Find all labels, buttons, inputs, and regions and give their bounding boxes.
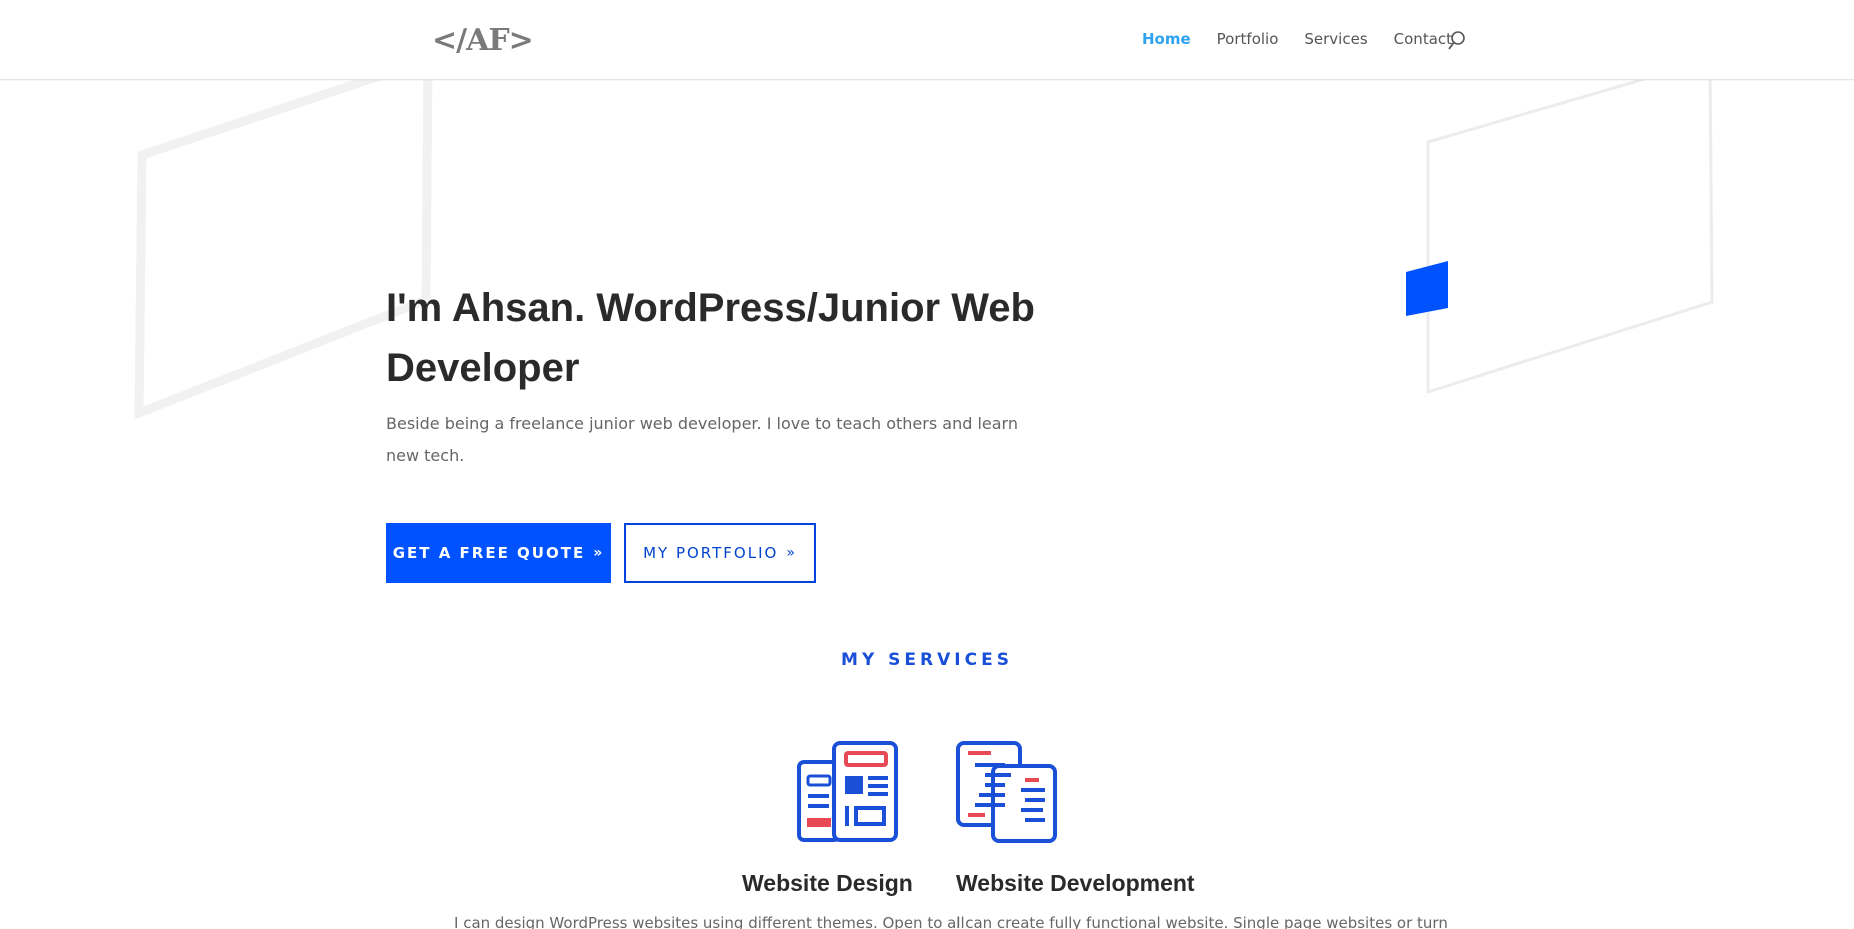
nav-item-portfolio[interactable]: Portfolio <box>1217 30 1279 48</box>
hero-title: I'm Ahsan. WordPress/Junior Web Develope… <box>386 286 1035 390</box>
double-chevron-right-icon: » <box>593 545 605 561</box>
nav-item-home[interactable]: Home <box>1142 30 1191 48</box>
service-text-website-development: I can create fully functional website. S… <box>956 914 1448 929</box>
decorative-blue-square <box>1406 261 1448 316</box>
main-nav: Home Portfolio Services Contact <box>1142 30 1452 48</box>
nav-item-services[interactable]: Services <box>1304 30 1367 48</box>
services-heading: MY SERVICES <box>841 650 1013 670</box>
site-header: </AF> Home Portfolio Services Contact <box>0 0 1854 80</box>
get-quote-label: GET A FREE QUOTE <box>392 544 586 562</box>
site-logo[interactable]: </AF> <box>432 22 534 58</box>
get-quote-button[interactable]: GET A FREE QUOTE » <box>386 523 611 583</box>
portfolio-label: MY PORTFOLIO <box>643 544 779 562</box>
portfolio-button[interactable]: MY PORTFOLIO » <box>624 523 816 583</box>
decorative-frame-right <box>1406 80 1714 395</box>
service-title-website-development: Website Development <box>956 870 1195 896</box>
website-design-icon <box>797 741 898 842</box>
nav-item-contact[interactable]: Contact <box>1394 30 1452 48</box>
service-text-website-design: I can design WordPress websites using di… <box>454 914 965 929</box>
hero-subtitle: Beside being a freelance junior web deve… <box>386 414 1018 465</box>
logo-text: </AF> <box>432 22 534 58</box>
website-development-icon <box>956 741 1057 843</box>
search-icon[interactable] <box>1447 30 1467 52</box>
service-title-website-design: Website Design <box>742 870 913 896</box>
double-chevron-right-icon: » <box>786 545 797 561</box>
